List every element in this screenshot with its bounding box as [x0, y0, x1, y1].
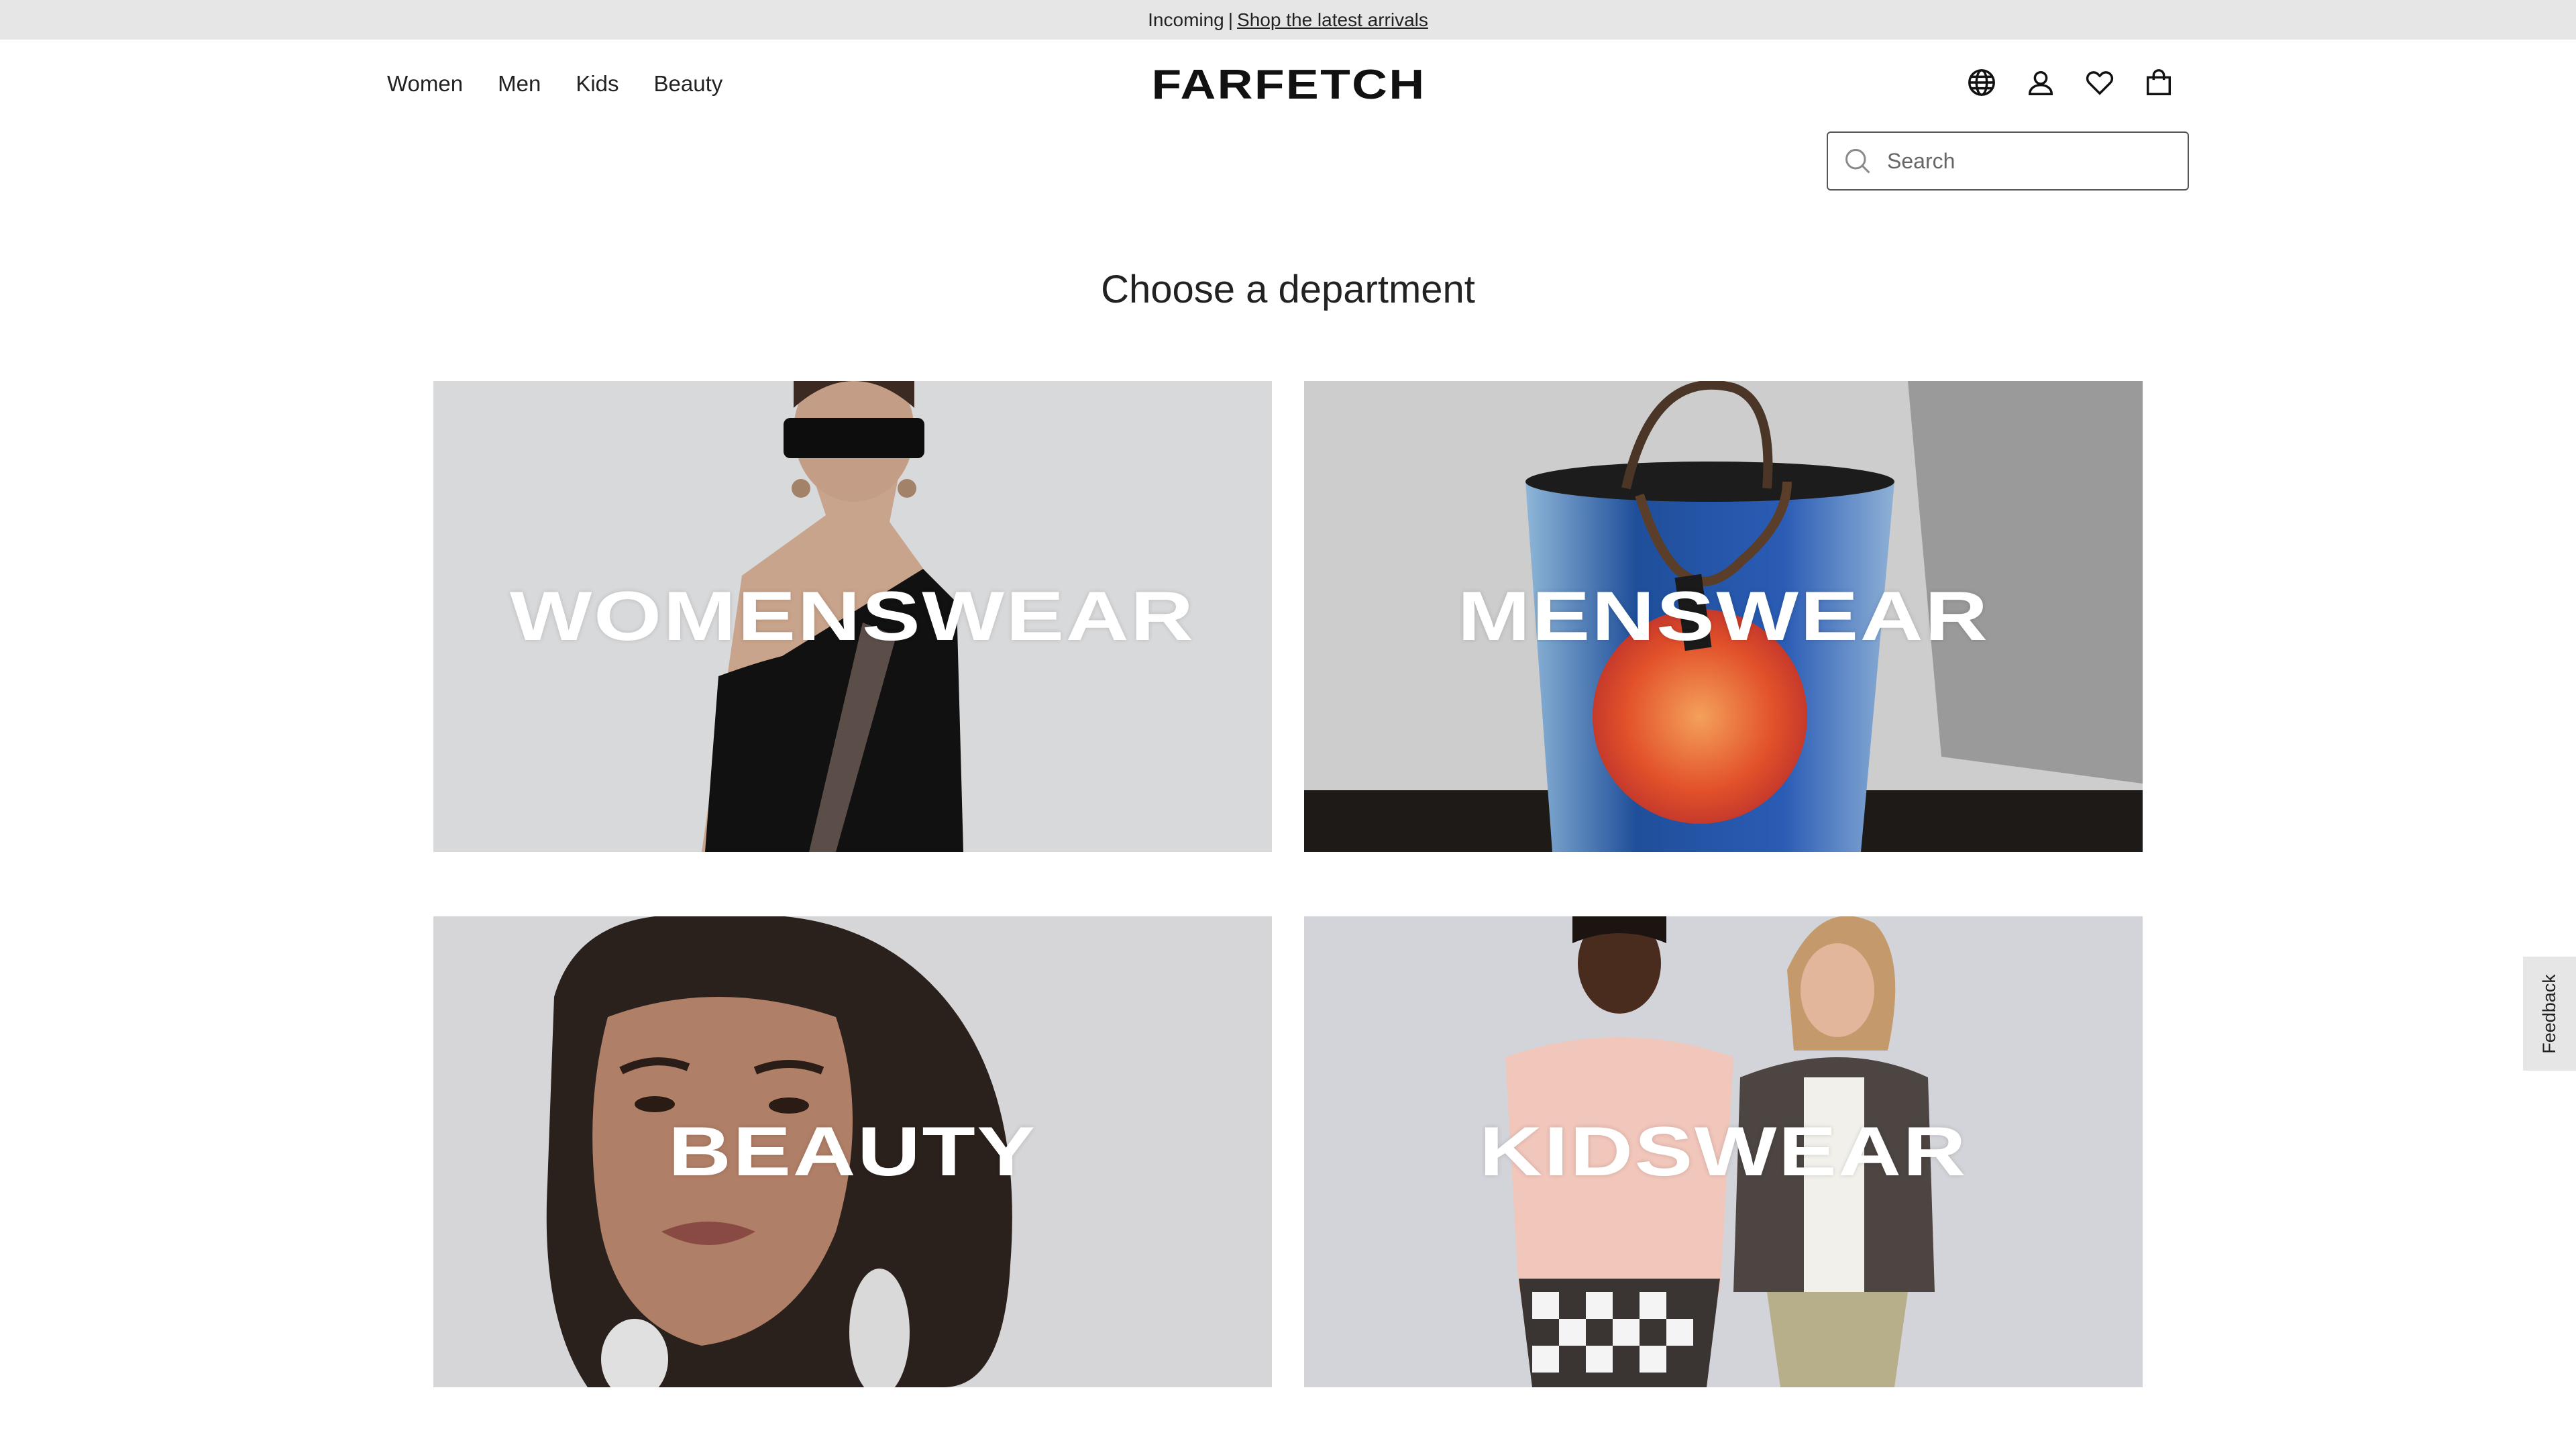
nav-item-beauty[interactable]: Beauty — [654, 71, 723, 97]
bag-icon[interactable] — [2143, 66, 2175, 99]
search-input[interactable] — [1887, 148, 2169, 174]
tile-label-kidswear: KIDSWEAR — [1479, 1112, 1968, 1191]
promo-text: Incoming — [1148, 9, 1224, 30]
department-tile-beauty[interactable]: BEAUTY — [433, 916, 1272, 1387]
header-icons — [1966, 66, 2175, 99]
farfetch-logo[interactable]: FARFETCH — [1128, 64, 1449, 106]
nav-item-women[interactable]: Women — [387, 71, 463, 97]
promo-separator: | — [1228, 9, 1234, 30]
department-nav: Women Men Kids Beauty — [387, 71, 722, 97]
nav-item-men[interactable]: Men — [498, 71, 541, 97]
department-tile-kidswear[interactable]: KIDSWEAR — [1304, 916, 2143, 1387]
account-icon[interactable] — [2025, 66, 2057, 99]
nav-item-kids[interactable]: Kids — [576, 71, 619, 97]
promo-bar: Incoming | Shop the latest arrivals — [0, 0, 2576, 40]
heart-icon[interactable] — [2084, 66, 2116, 99]
shop-latest-arrivals-link[interactable]: Shop the latest arrivals — [1237, 9, 1428, 31]
tile-label-menswear: MENSWEAR — [1457, 577, 1990, 655]
site-header: Women Men Kids Beauty FARFETCH — [0, 40, 2576, 133]
tile-label-beauty: BEAUTY — [668, 1112, 1037, 1191]
globe-icon[interactable] — [1966, 66, 1998, 99]
tile-label-womenswear: WOMENSWEAR — [510, 577, 1195, 655]
feedback-tab[interactable]: Feedback — [2523, 957, 2576, 1071]
feedback-label: Feedback — [2539, 973, 2560, 1054]
department-tile-menswear[interactable]: MENSWEAR — [1304, 381, 2143, 852]
search-icon — [1845, 149, 1870, 174]
page-title: Choose a department — [1101, 268, 1475, 311]
search-box[interactable] — [1827, 131, 2189, 191]
department-tile-womenswear[interactable]: WOMENSWEAR — [433, 381, 1272, 852]
